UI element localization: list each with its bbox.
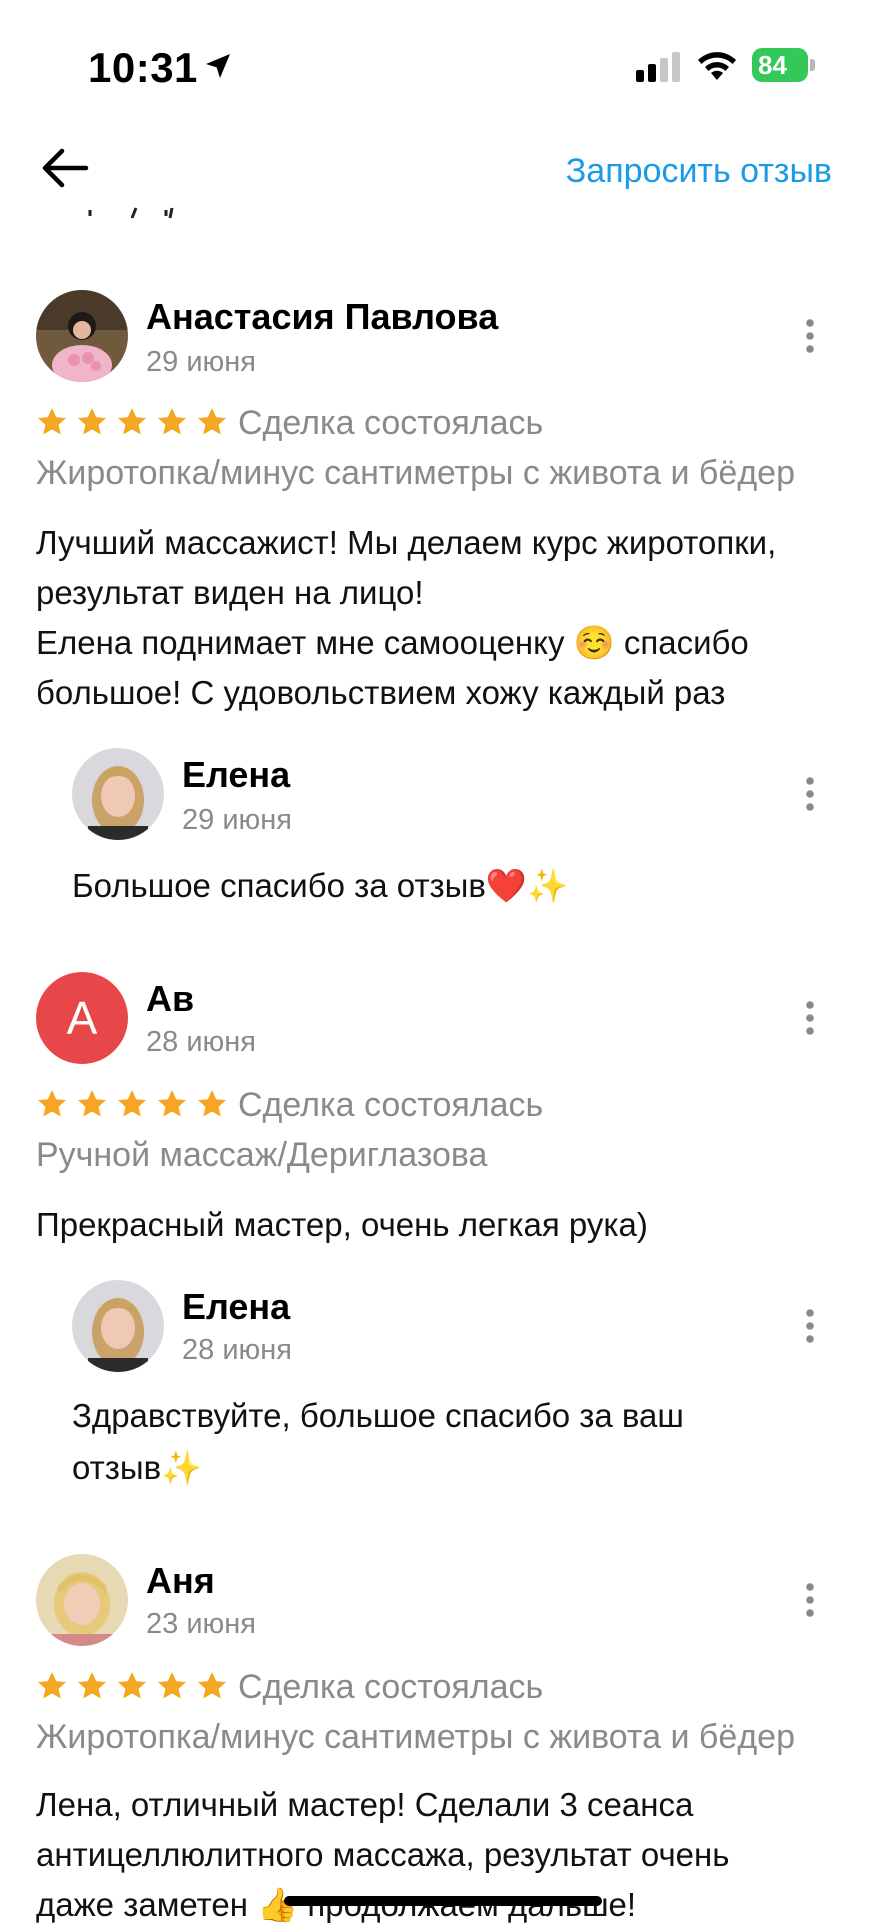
star-icon — [118, 408, 146, 435]
star-icon — [78, 1090, 106, 1117]
location-arrow-icon — [206, 54, 230, 78]
battery-cap — [810, 59, 815, 71]
text-line: результат виден на лицо! — [36, 574, 424, 611]
avatar-photo — [72, 748, 164, 840]
avatar-letter[interactable]: А — [36, 972, 128, 1064]
star-icon — [158, 408, 186, 435]
star-icon — [78, 1672, 106, 1699]
more-vertical-icon[interactable] — [803, 1000, 817, 1036]
review-author: Анастасия Павлова — [146, 296, 499, 337]
star-icon — [38, 1090, 66, 1117]
avatar[interactable] — [36, 1554, 128, 1646]
request-review-link[interactable]: Запросить отзыв — [566, 152, 832, 191]
deal-status: Сделка состоялась — [238, 1086, 544, 1124]
service-name: Ручной массаж/Дериглазова — [36, 1136, 488, 1174]
more-vertical-icon[interactable] — [803, 318, 817, 354]
review-date: 23 июня — [146, 1608, 256, 1640]
text-line: антицеллюлитного массажа, результат очен… — [36, 1836, 730, 1873]
text-line: Прекрасный мастер, очень легкая рука) — [36, 1206, 648, 1243]
reply-date: 29 июня — [182, 804, 292, 836]
star-icon — [38, 408, 66, 435]
reply-avatar[interactable] — [72, 748, 164, 840]
deal-status: Сделка состоялась — [238, 404, 544, 442]
battery-icon: 84 — [752, 48, 816, 82]
back-arrow-icon[interactable] — [40, 146, 90, 190]
star-icon — [198, 408, 226, 435]
reply-author: Елена — [182, 754, 291, 795]
reply-author: Елена — [182, 1286, 291, 1327]
review-author: Аня — [146, 1560, 215, 1601]
star-icon — [118, 1672, 146, 1699]
text-line: Лучший массажист! Мы делаем курс жиротоп… — [36, 524, 777, 561]
home-indicator[interactable] — [284, 1896, 602, 1906]
text-line: Елена поднимает мне самооценку ☺️ спасиб… — [36, 624, 749, 661]
avatar[interactable] — [36, 290, 128, 382]
avatar-photo — [72, 1280, 164, 1372]
review-text: Лена, отличный мастер! Сделали 3 сеанса … — [36, 1780, 846, 1930]
star-icon — [158, 1672, 186, 1699]
signal-icon — [636, 52, 680, 82]
text-line: отзыв✨ — [72, 1449, 203, 1486]
text-line: Лена, отличный мастер! Сделали 3 сеанса — [36, 1786, 694, 1823]
battery-level: 84 — [752, 48, 808, 82]
star-icon — [118, 1090, 146, 1117]
reply-date: 28 июня — [182, 1334, 292, 1366]
review-text: Прекрасный мастер, очень легкая рука) — [36, 1200, 846, 1250]
more-vertical-icon[interactable] — [803, 776, 817, 812]
service-name: Жиротопка/минус сантиметры с живота и бё… — [36, 454, 795, 492]
review-date: 28 июня — [146, 1026, 256, 1058]
status-time: 10:31 — [88, 44, 198, 91]
star-icon — [78, 408, 106, 435]
rating-stars — [36, 406, 228, 438]
more-vertical-icon[interactable] — [803, 1582, 817, 1618]
deal-status: Сделка состоялась — [238, 1668, 544, 1706]
text-line: большое! С удовольствием хожу каждый раз — [36, 674, 726, 711]
wifi-icon — [698, 52, 736, 80]
star-icon — [158, 1090, 186, 1117]
reply-text: Большое спасибо за отзыв❤️✨ — [72, 867, 569, 904]
service-name: Жиротопка/минус сантиметры с живота и бё… — [36, 1718, 795, 1756]
star-icon — [198, 1090, 226, 1117]
more-vertical-icon[interactable] — [803, 1308, 817, 1344]
reply-avatar[interactable] — [72, 1280, 164, 1372]
review-author: Ав — [146, 978, 195, 1019]
text-line: Здравствуйте, большое спасибо за ваш — [72, 1397, 684, 1434]
avatar-photo — [36, 1554, 128, 1646]
reply-text: Здравствуйте, большое спасибо за ваш отз… — [72, 1390, 812, 1494]
star-icon — [38, 1672, 66, 1699]
star-icon — [198, 1672, 226, 1699]
review-text: Лучший массажист! Мы делаем курс жиротоп… — [36, 518, 846, 718]
avatar-photo — [36, 290, 128, 382]
rating-stars — [36, 1088, 228, 1120]
rating-stars — [36, 1670, 228, 1702]
clipped-previous-text — [88, 207, 174, 219]
status-bar: 10:31 84 — [0, 0, 886, 120]
review-date: 29 июня — [146, 346, 256, 378]
